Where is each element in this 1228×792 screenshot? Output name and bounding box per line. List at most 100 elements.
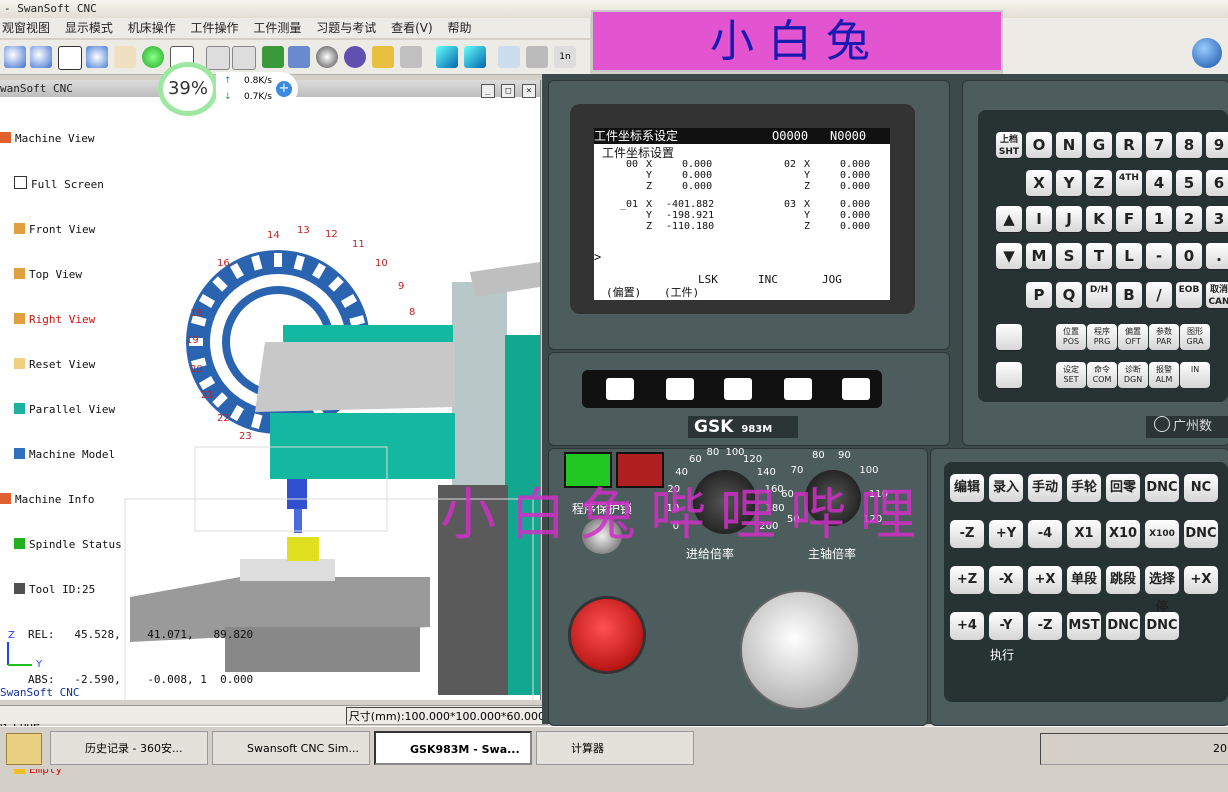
menu-display-mode[interactable]: 显示模式 [63,21,115,35]
plus-icon[interactable]: + [276,81,292,97]
emergency-stop-button[interactable] [568,596,646,674]
zoom-in-icon[interactable] [4,46,26,68]
key-9[interactable]: 9 [1206,132,1228,158]
key-g[interactable]: G [1086,132,1112,158]
op-key-1[interactable]: 录入 [989,474,1023,502]
softkey-3[interactable] [724,378,752,400]
key-i[interactable]: I [1026,206,1052,232]
key-1[interactable]: 1 [1146,206,1172,232]
menu-exercise[interactable]: 习题与考试 [314,21,378,35]
op-key-20[interactable]: +X [1184,566,1218,594]
key-4th[interactable]: 4TH [1116,170,1142,196]
op-key-19[interactable]: 选择停 [1145,566,1179,615]
func-key-7[interactable]: 诊断DGN [1118,362,1148,388]
op-key-24[interactable]: MST [1067,612,1101,640]
op-key-0[interactable]: 编辑 [950,474,984,502]
page-down-key-icon[interactable]: ▼ [996,243,1022,269]
func-key-2[interactable]: 偏置OFT [1118,324,1148,350]
machine-icon[interactable] [526,46,548,68]
key-[interactable]: - [1146,243,1172,269]
key-2[interactable]: 2 [1176,206,1202,232]
op-key-12[interactable]: X100 [1145,520,1179,548]
op-key-26[interactable]: DNC [1145,612,1179,640]
menu-look[interactable]: 查看(V) [389,21,435,35]
key-k[interactable]: K [1086,206,1112,232]
tree-item-right-view[interactable]: Right View [0,312,253,327]
star-icon[interactable] [372,46,394,68]
zoom-fit-icon[interactable] [86,46,108,68]
menu-workpiece-measure[interactable]: 工件测量 [251,21,303,35]
ruler-icon[interactable]: 1n [554,46,576,68]
maximize-icon[interactable]: □ [501,84,516,98]
workpiece-icon[interactable] [344,46,366,68]
cube-solid-icon[interactable] [464,46,486,68]
tree-item-tool-id[interactable]: Tool ID:25 [0,582,253,597]
func-key-4[interactable]: 图形GRA [1180,324,1210,350]
key-s[interactable]: S [1056,243,1082,269]
key-5[interactable]: 5 [1176,170,1202,196]
zoom-out-icon[interactable] [30,46,52,68]
op-key-4[interactable]: 回零 [1106,474,1140,502]
zoom-window-icon[interactable] [58,46,82,70]
menu-help[interactable]: 帮助 [445,21,473,35]
key-q[interactable]: Q [1056,282,1082,308]
op-key-14[interactable]: +Z [950,566,984,594]
op-key-18[interactable]: 跳段 [1106,566,1140,594]
minimize-icon[interactable]: _ [480,84,495,98]
op-key-7[interactable]: -Z [950,520,984,548]
softkey-5[interactable] [842,378,870,400]
key-3[interactable]: 3 [1206,206,1228,232]
key-x[interactable]: X [1026,170,1052,196]
tree-item-full-screen[interactable]: Full Screen [0,176,253,192]
op-key-6[interactable]: NC [1184,474,1218,502]
tree-item-machine-info[interactable]: Machine Info [0,492,253,507]
task-360-history[interactable]: 历史记录 - 360安... [50,731,208,765]
task-calculator[interactable]: 计算器 [536,731,694,765]
key-dh[interactable]: D/H [1086,282,1112,308]
func-key-5[interactable]: 设定SET [1056,362,1086,388]
op-key-25[interactable]: DNC [1106,612,1140,640]
task-gsk983m[interactable]: GSK983M - Swa... [374,731,532,765]
key-7[interactable]: 7 [1146,132,1172,158]
menu-workpiece-ops[interactable]: 工件操作 [189,21,241,35]
func-key-1[interactable]: 程序PRG [1087,324,1117,350]
key-m[interactable]: M [1026,243,1052,269]
handwheel[interactable] [740,590,860,710]
tree-item-parallel-view[interactable]: Parallel View [0,402,253,417]
func-key-0[interactable]: 位置POS [1056,324,1086,350]
program-list-icon[interactable] [996,324,1022,350]
explorer-icon[interactable] [6,733,42,765]
tree-item-machine-model[interactable]: Machine Model [0,447,253,462]
menu-view[interactable]: 观窗视图 [0,21,52,35]
message-icon[interactable] [996,362,1022,388]
softkey-4[interactable] [784,378,812,400]
op-key-5[interactable]: DNC [1145,474,1179,502]
key-sht[interactable]: 上档SHT [996,132,1022,158]
key-j[interactable]: J [1056,206,1082,232]
op-key-15[interactable]: -X [989,566,1023,594]
func-key-8[interactable]: 报警ALM [1149,362,1179,388]
op-key-23[interactable]: -Z [1028,612,1062,640]
op-key-17[interactable]: 单段 [1067,566,1101,594]
pan-hand-icon[interactable] [114,46,136,68]
op-key-11[interactable]: X10 [1106,520,1140,548]
op-key-22[interactable]: -Y [989,612,1023,640]
key-b[interactable]: B [1116,282,1142,308]
tree-item-reset-view[interactable]: Reset View [0,357,253,372]
network-speed-widget[interactable]: 39% ↑ 0.8K/s ↓ 0.7K/s + [158,62,298,116]
op-key-8[interactable]: +Y [989,520,1023,548]
key-p[interactable]: P [1026,282,1052,308]
op-key-2[interactable]: 手动 [1028,474,1062,502]
key-z[interactable]: Z [1086,170,1112,196]
menu-machine-ops[interactable]: 机床操作 [126,21,178,35]
op-key-13[interactable]: DNC [1184,520,1218,548]
tree-item-spindle-status[interactable]: Spindle Status [0,537,253,552]
key-4[interactable]: 4 [1146,170,1172,196]
key-can[interactable]: 取消CAN [1206,282,1228,308]
func-key-3[interactable]: 参数PAR [1149,324,1179,350]
key-l[interactable]: L [1116,243,1142,269]
page-up-key-icon[interactable]: ▲ [996,206,1022,232]
op-key-21[interactable]: +4 [950,612,984,640]
key-[interactable]: . [1206,243,1228,269]
key-6[interactable]: 6 [1206,170,1228,196]
